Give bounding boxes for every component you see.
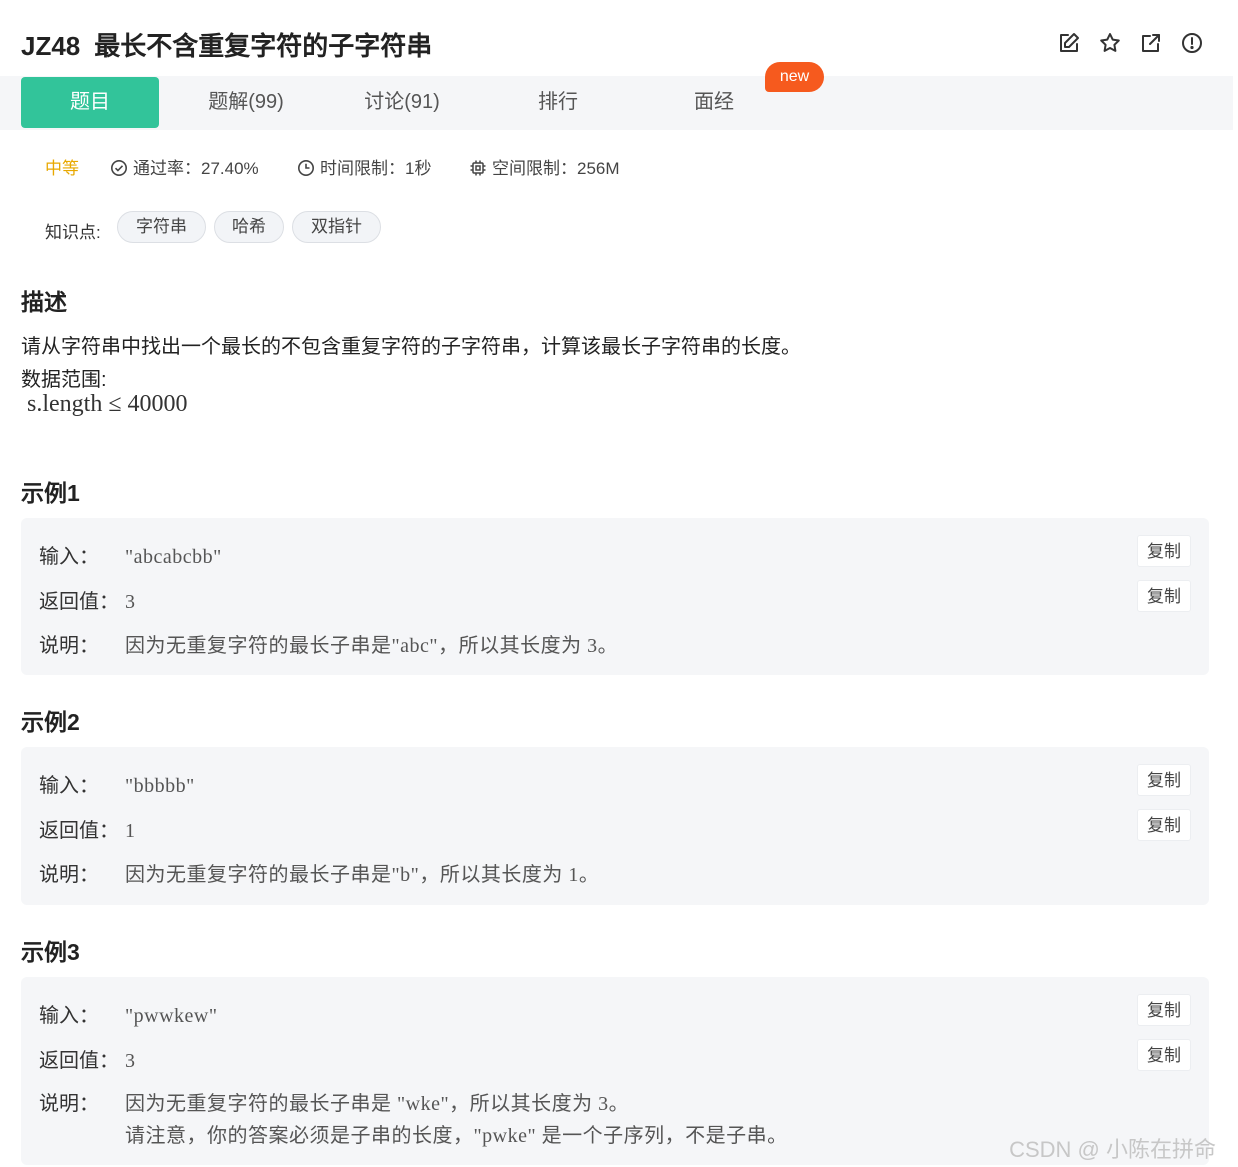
space-limit: 空间限制：256M [469, 157, 620, 181]
watermark: CSDN @ 小陈在拼命 [1009, 1137, 1216, 1162]
chip-icon [469, 159, 487, 184]
example-1-output-row: 返回值： 3 [39, 585, 136, 614]
tab-discussion[interactable]: 讨论(91) [333, 76, 471, 128]
tab-bar: 题目 题解(99) 讨论(91) 排行 面经 [0, 76, 1233, 130]
tab-ranking[interactable]: 排行 [489, 76, 627, 128]
time-limit: 时间限制：1秒 [297, 157, 431, 181]
difficulty-label: 中等 [45, 159, 79, 178]
problem-title: 最长不含重复字符的子字符串 [94, 31, 433, 61]
example-1-heading: 示例1 [21, 480, 80, 506]
problem-id: JZ48 [21, 31, 81, 61]
check-circle-icon [110, 159, 128, 184]
explain-label: 说明： [39, 1093, 99, 1115]
example-3-output: 3 [125, 1050, 136, 1072]
output-label: 返回值： [39, 820, 119, 842]
example-3-output-row: 返回值： 3 [39, 1044, 136, 1073]
tag-string[interactable]: 字符串 [117, 211, 206, 243]
example-1-input-row: 输入： "abcabcbb" [39, 540, 222, 569]
example-3-input-row: 输入： "pwwkew" [39, 999, 218, 1028]
example-2-input-row: 输入： "bbbbb" [39, 769, 195, 798]
pass-rate: 通过率：27.40% [110, 157, 259, 181]
copy-button[interactable]: 复制 [1137, 535, 1191, 567]
example-3-explain-note: 请注意，你的答案必须是子串的长度，"pwke" 是一个子序列，不是子串。 [125, 1125, 788, 1147]
description-heading: 描述 [21, 289, 67, 315]
copy-button[interactable]: 复制 [1137, 994, 1191, 1026]
problem-header: JZ48 最长不含重复字符的子字符串 [0, 0, 1238, 76]
tab-solutions[interactable]: 题解(99) [177, 76, 315, 128]
example-3-input: "pwwkew" [125, 1005, 218, 1027]
input-label: 输入： [39, 775, 99, 797]
example-1-input: "abcabcbb" [125, 546, 222, 568]
edit-icon[interactable] [1057, 31, 1081, 55]
explain-label: 说明： [39, 635, 99, 657]
report-icon[interactable] [1180, 31, 1204, 55]
tag-hash[interactable]: 哈希 [214, 211, 284, 243]
example-1-box: 输入： "abcabcbb" 复制 返回值： 3 复制 说明： 因为无重复字符的最长子… [21, 518, 1209, 675]
space-limit-text: 空间限制：256M [492, 159, 620, 178]
example-1-output: 3 [125, 591, 136, 613]
star-icon[interactable] [1098, 31, 1122, 55]
pass-rate-text: 通过率：27.40% [133, 159, 259, 178]
tab-interview[interactable]: 面经 [645, 76, 783, 128]
copy-button[interactable]: 复制 [1137, 809, 1191, 841]
copy-button[interactable]: 复制 [1137, 764, 1191, 796]
example-2-input: "bbbbb" [125, 775, 195, 797]
range-math: s.length ≤ 40000 [27, 391, 188, 417]
time-limit-text: 时间限制：1秒 [320, 159, 432, 178]
clock-icon [297, 159, 315, 184]
output-label: 返回值： [39, 1050, 119, 1072]
input-label: 输入： [39, 1005, 99, 1027]
example-3-explain: 因为无重复字符的最长子串是 "wke"，所以其长度为 3。 [125, 1093, 630, 1115]
explain-label: 说明： [39, 864, 99, 886]
example-3-explain-row: 说明： 因为无重复字符的最长子串是 "wke"，所以其长度为 3。 请注意，你的答… [39, 1087, 1039, 1151]
example-2-output: 1 [125, 820, 136, 842]
page-title: JZ48 最长不含重复字符的子字符串 [21, 26, 432, 63]
tag-two-pointers[interactable]: 双指针 [292, 211, 381, 243]
range-label: 数据范围: [21, 369, 107, 391]
tab-problem[interactable]: 题目 [21, 77, 159, 128]
example-2-output-row: 返回值： 1 [39, 814, 136, 843]
description-text: 请从字符串中找出一个最长的不包含重复字符的子字符串，计算该最长子字符串的长度。 [21, 336, 801, 358]
example-2-heading: 示例2 [21, 709, 80, 735]
input-label: 输入： [39, 546, 99, 568]
output-label: 返回值： [39, 591, 119, 613]
example-1-explain: 因为无重复字符的最长子串是"abc"，所以其长度为 3。 [125, 635, 619, 657]
new-badge: new [765, 62, 824, 92]
example-1-explain-row: 说明： 因为无重复字符的最长子串是"abc"，所以其长度为 3。 [39, 629, 618, 658]
example-2-explain-row: 说明： 因为无重复字符的最长子串是"b"，所以其长度为 1。 [39, 858, 599, 887]
example-2-explain: 因为无重复字符的最长子串是"b"，所以其长度为 1。 [125, 864, 600, 886]
example-3-heading: 示例3 [21, 939, 80, 965]
share-icon[interactable] [1139, 31, 1163, 55]
knowledge-label: 知识点: [45, 223, 101, 242]
copy-button[interactable]: 复制 [1137, 1039, 1191, 1071]
copy-button[interactable]: 复制 [1137, 580, 1191, 612]
example-2-box: 输入： "bbbbb" 复制 返回值： 1 复制 说明： 因为无重复字符的最长子串是"… [21, 747, 1209, 905]
